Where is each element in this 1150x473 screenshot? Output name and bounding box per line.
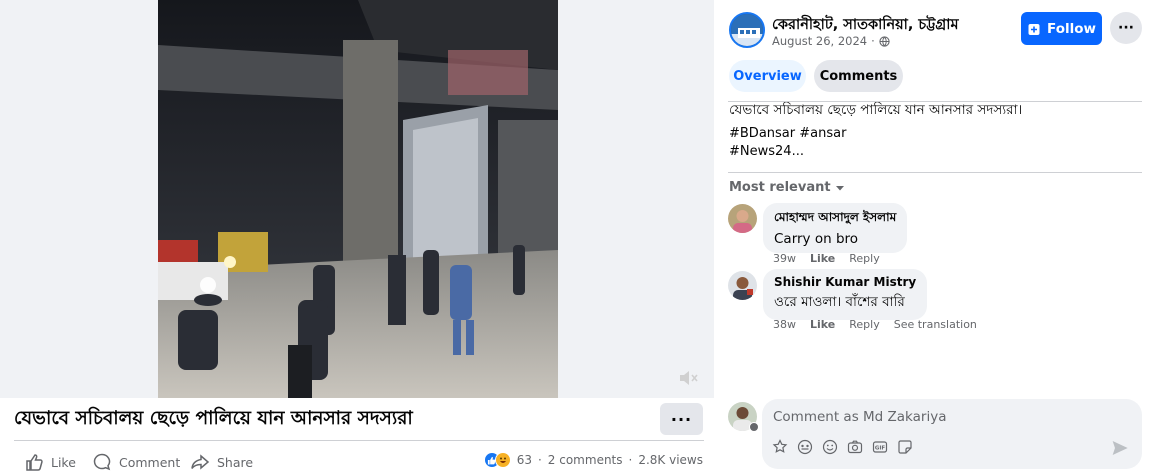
speaker-muted-icon[interactable]: [676, 366, 700, 390]
comment-bubble: Shishir Kumar Mistry ওরে মাওলা। বাঁশের ব…: [763, 269, 928, 320]
date-separator: ·: [871, 34, 875, 48]
post-date[interactable]: August 26, 2024: [772, 34, 867, 48]
page-avatar[interactable]: [729, 12, 765, 48]
comment-time[interactable]: 38w: [773, 318, 796, 331]
post-viewer: যেভাবে সচিবালয় ছেড়ে পালিয়ে যান আনসার …: [0, 0, 1150, 473]
tab-comments[interactable]: Comments: [814, 60, 903, 92]
sort-label: Most relevant: [729, 180, 831, 195]
reaction-count[interactable]: 63: [517, 453, 532, 467]
commenter-avatar[interactable]: [728, 271, 757, 300]
avatar-icon[interactable]: [797, 439, 813, 455]
status-dot: [749, 422, 759, 432]
haha-reaction-icon: [494, 452, 511, 468]
commenter-avatar[interactable]: [728, 204, 757, 233]
gif-icon[interactable]: GIF: [872, 439, 888, 455]
speech-bubble-icon: [93, 453, 111, 471]
comment-meta: 39w Like Reply: [773, 252, 880, 265]
comment-reply-button[interactable]: Reply: [849, 318, 879, 331]
globe-icon: [879, 35, 890, 47]
comment-meta: 38w Like Reply See translation: [773, 318, 977, 331]
comment-button[interactable]: Comment: [92, 452, 180, 472]
caret-down-icon: [835, 185, 844, 190]
thumbs-up-icon: [26, 454, 43, 471]
sticker-icon[interactable]: [897, 439, 913, 455]
hashtags-line[interactable]: #BDansar #ansar: [729, 125, 846, 143]
comments-count[interactable]: 2 comments: [548, 453, 623, 467]
comment-label: Comment: [119, 454, 181, 470]
divider: [14, 440, 704, 441]
svg-text:GIF: GIF: [875, 446, 886, 452]
post-hashtags: #BDansar #ansar #News24...: [729, 125, 846, 161]
send-icon[interactable]: [1112, 440, 1128, 456]
composer-toolbar: GIF: [772, 439, 913, 455]
video-title: যেভাবে সচিবালয় ছেড়ে পালিয়ে যান আনসার …: [14, 408, 413, 429]
share-label: Share: [217, 454, 254, 470]
like-label: Like: [51, 454, 76, 470]
comment-time[interactable]: 39w: [773, 252, 796, 265]
stats-separator: ·: [628, 453, 633, 467]
share-button[interactable]: Share: [190, 452, 253, 472]
post-more-button[interactable]: ···: [1110, 12, 1142, 44]
comment-text: Carry on bro: [774, 231, 859, 247]
reactions-summary[interactable]: [483, 452, 511, 468]
comment-like-button[interactable]: Like: [810, 252, 835, 265]
comment-author[interactable]: মোহাম্মদ আসাদুল ইসলাম: [774, 209, 896, 229]
video-pane: [0, 0, 714, 398]
post-caption: যেভাবে সচিবালয় ছেড়ে পালিয়ে যান আনসার …: [729, 102, 1023, 118]
divider: [728, 101, 1142, 102]
video-more-button[interactable]: ···: [660, 403, 703, 435]
emoji-icon[interactable]: [822, 439, 838, 455]
follow-label: Follow: [1047, 20, 1096, 37]
views-count: 2.8K views: [638, 453, 703, 467]
comment-text: ওরে মাওলা। বাঁশের বারি: [774, 294, 905, 310]
tab-overview[interactable]: Overview: [729, 60, 806, 92]
post-stats: 63 · 2 comments · 2.8K views: [483, 452, 703, 468]
video-frame-image: [158, 0, 558, 398]
comment-composer[interactable]: Comment as Md Zakariya GIF: [762, 399, 1142, 469]
camera-icon[interactable]: [847, 439, 863, 455]
divider: [728, 172, 1142, 173]
comment-author[interactable]: Shishir Kumar Mistry: [774, 275, 916, 289]
post-date-row: August 26, 2024 ·: [772, 34, 890, 48]
comment-like-button[interactable]: Like: [810, 318, 835, 331]
comment-input[interactable]: Comment as Md Zakariya: [773, 409, 946, 425]
stats-separator: ·: [537, 453, 542, 467]
comment-sort-dropdown[interactable]: Most relevant: [729, 180, 845, 195]
share-arrow-icon: [191, 454, 210, 470]
see-translation-link[interactable]: See translation: [894, 318, 977, 331]
like-button[interactable]: Like: [24, 452, 76, 472]
follow-button[interactable]: Follow: [1021, 12, 1102, 45]
avatar-sticker-icon[interactable]: [772, 439, 788, 455]
comment-bubble: মোহাম্মদ আসাদুল ইসলাম Carry on bro: [763, 203, 908, 253]
comment-reply-button[interactable]: Reply: [849, 252, 879, 265]
add-page-icon: [1028, 23, 1040, 35]
video-player[interactable]: [158, 0, 558, 398]
hashtags-line[interactable]: #News24...: [729, 143, 846, 161]
